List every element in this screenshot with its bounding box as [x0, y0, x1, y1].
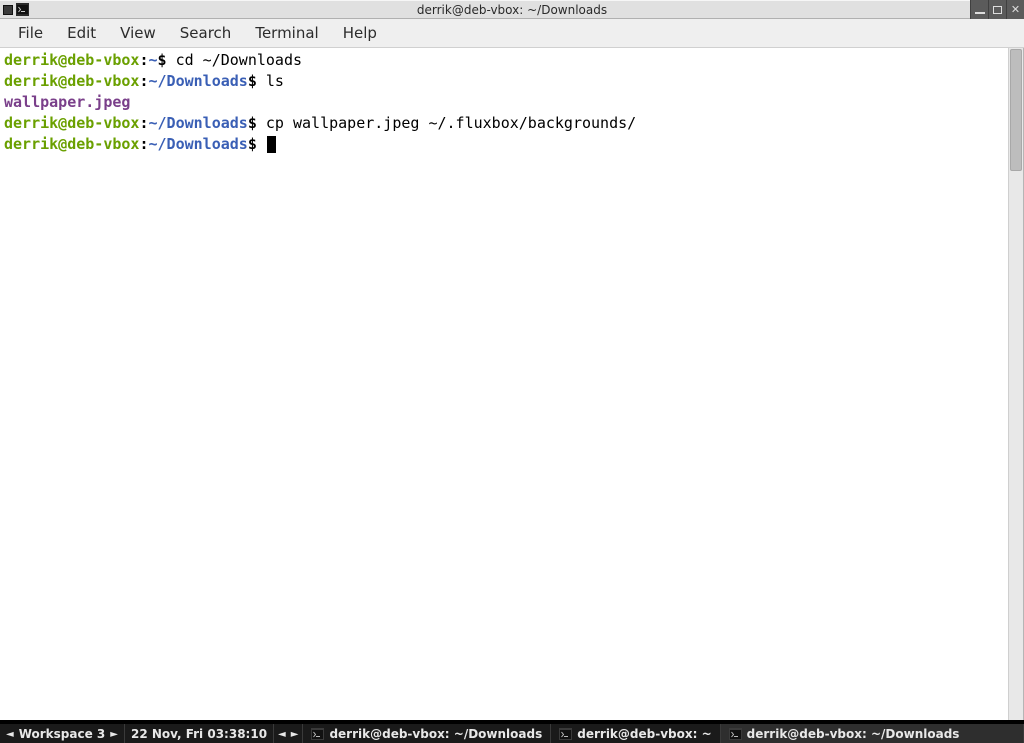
task-title: derrik@deb-vbox: ~ — [577, 727, 711, 741]
task-prev-icon[interactable]: ◄ — [278, 729, 286, 740]
taskbar-task[interactable]: derrik@deb-vbox: ~/Downloads — [303, 724, 551, 743]
terminal-output[interactable]: derrik@deb-vbox:~$ cd ~/Downloads derrik… — [0, 48, 1023, 157]
task-title: derrik@deb-vbox: ~/Downloads — [329, 727, 542, 741]
clock-text: 22 Nov, Fri 03:38:10 — [131, 727, 267, 741]
workspace-switcher[interactable]: ◄ Workspace 3 ► — [0, 724, 125, 743]
menu-help[interactable]: Help — [331, 20, 389, 46]
terminal-icon — [559, 728, 572, 740]
task-pager[interactable]: ◄ ► — [274, 724, 303, 743]
workspace-label: Workspace 3 — [19, 727, 106, 741]
taskbar-task-active[interactable]: derrik@deb-vbox: ~/Downloads — [721, 724, 1024, 743]
window-title: derrik@deb-vbox: ~/Downloads — [417, 3, 607, 17]
workspace-prev-icon[interactable]: ◄ — [6, 729, 14, 740]
minimize-button[interactable] — [970, 0, 988, 19]
menu-view[interactable]: View — [108, 20, 168, 46]
fluxbox-taskbar: ◄ Workspace 3 ► 22 Nov, Fri 03:38:10 ◄ ►… — [0, 723, 1024, 743]
task-next-icon[interactable]: ► — [291, 729, 299, 740]
terminal-app-icon — [16, 3, 29, 16]
close-button[interactable] — [1006, 0, 1024, 19]
menubar: File Edit View Search Terminal Help — [0, 19, 1024, 48]
scrollbar[interactable] — [1008, 48, 1023, 720]
terminal-area[interactable]: derrik@deb-vbox:~$ cd ~/Downloads derrik… — [0, 48, 1024, 720]
window-menu-button[interactable] — [3, 5, 13, 15]
terminal-icon — [311, 728, 324, 740]
menu-search[interactable]: Search — [168, 20, 244, 46]
menu-edit[interactable]: Edit — [55, 20, 108, 46]
task-title: derrik@deb-vbox: ~/Downloads — [747, 727, 960, 741]
scrollbar-thumb[interactable] — [1010, 49, 1022, 171]
menu-file[interactable]: File — [6, 20, 55, 46]
menu-terminal[interactable]: Terminal — [243, 20, 330, 46]
maximize-button[interactable] — [988, 0, 1006, 19]
terminal-icon — [729, 728, 742, 740]
workspace-next-icon[interactable]: ► — [110, 729, 118, 740]
window-titlebar: derrik@deb-vbox: ~/Downloads — [0, 0, 1024, 19]
taskbar-task[interactable]: derrik@deb-vbox: ~ — [551, 724, 720, 743]
taskbar-clock: 22 Nov, Fri 03:38:10 — [125, 724, 274, 743]
